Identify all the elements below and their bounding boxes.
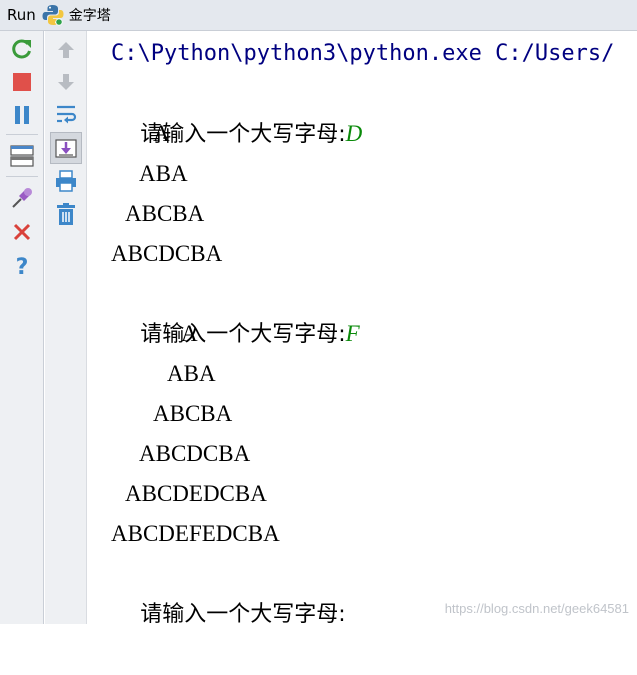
run-label: Run: [7, 6, 36, 24]
pyramid-row: ABA: [139, 161, 188, 186]
pyramid-row: ABCDCBA: [139, 441, 251, 466]
svg-text:?: ?: [16, 255, 29, 277]
pyramid-row: ABCBA: [153, 401, 233, 426]
console-prompt: 请输入一个大写字母:: [140, 122, 346, 147]
console-prompt-line: 请输入一个大写字母:: [111, 554, 346, 675]
trash-icon[interactable]: [53, 201, 79, 227]
run-toolbar-primary: ?: [0, 31, 44, 624]
console-output[interactable]: C:\Python\python3\python.exe C:/Users/ 请…: [88, 31, 637, 627]
pause-icon[interactable]: [9, 102, 35, 128]
run-config-name[interactable]: 金字塔: [69, 5, 111, 25]
scroll-to-end-icon[interactable]: [50, 132, 82, 164]
stop-icon[interactable]: [9, 69, 35, 95]
close-icon[interactable]: [9, 219, 35, 245]
pyramid-row: ABCBA: [125, 201, 205, 226]
user-input: F: [345, 321, 360, 346]
soft-wrap-icon[interactable]: [53, 101, 79, 127]
pyramid-row: ABCDCBA: [111, 241, 223, 266]
pyramid-row: A: [153, 121, 170, 146]
watermark: https://blog.csdn.net/geek64581: [444, 601, 629, 616]
console-prompt-line: 请输入一个大写字母:F: [111, 274, 360, 395]
rerun-icon[interactable]: [9, 36, 35, 62]
pyramid-row: ABCDEDCBA: [125, 481, 267, 506]
print-icon[interactable]: [53, 168, 79, 194]
help-icon[interactable]: ?: [9, 252, 35, 278]
pyramid-row: ABCDEFEDCBA: [111, 521, 280, 546]
run-tool-window-header: Run 金字塔: [0, 0, 637, 31]
pin-icon[interactable]: [9, 185, 35, 211]
run-command-line: C:\Python\python3\python.exe C:/Users/: [111, 41, 615, 66]
up-arrow-icon[interactable]: [53, 37, 79, 63]
pyramid-row: ABA: [167, 361, 216, 386]
run-toolbar-secondary: [45, 31, 87, 624]
layout-icon[interactable]: [9, 143, 35, 169]
console-prompt: 请输入一个大写字母:: [140, 322, 346, 347]
console-prompt: 请输入一个大写字母:: [140, 602, 346, 627]
python-icon: [42, 4, 64, 26]
pyramid-row: A: [181, 321, 198, 346]
user-input: D: [345, 121, 363, 146]
down-arrow-icon[interactable]: [53, 69, 79, 95]
